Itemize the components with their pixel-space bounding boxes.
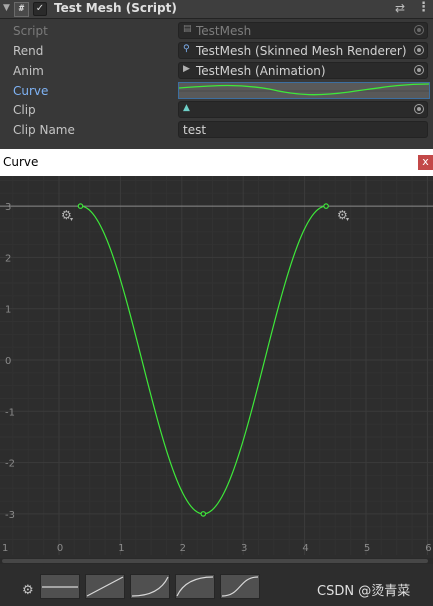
preset-linear-curve [86, 576, 124, 597]
curve-window-titlebar[interactable]: Curve x [0, 149, 433, 176]
svg-text:▾: ▾ [346, 216, 349, 223]
y-tick-label: 3 [5, 202, 11, 213]
x-tick-label: 3 [241, 543, 247, 554]
component-enabled-checkbox[interactable]: ✓ [33, 2, 47, 16]
curve-graph[interactable]: 3 2 1 0 -1 -2 -3 1 0 1 2 3 4 5 6 ⚙ ▾ ⚙ ▾ [0, 176, 433, 559]
curve-editor-window: Curve x 3 2 1 0 -1 -2 -3 1 0 1 2 3 4 5 6 ⚙ ▾ ⚙ ▾ ⚙ [0, 149, 433, 606]
property-label: Script [13, 24, 48, 38]
animation-clip-icon: ▲ [183, 103, 190, 113]
watermark-text: CSDN @烫青菜 [317, 584, 411, 599]
x-tick-label: 6 [425, 543, 431, 554]
property-row-clip: Clip ▲ [0, 100, 433, 120]
anim-object-field[interactable]: ▶ TestMesh (Animation) [178, 62, 428, 79]
property-row-clip-name: Clip Name test [0, 120, 433, 140]
inspector-panel: ▼ # ✓ Test Mesh (Script) ⇄ ⋮ Script ▤ Te… [0, 0, 433, 148]
clip-name-value: test [183, 123, 207, 137]
preset-linear[interactable] [85, 574, 125, 599]
svg-text:▾: ▾ [70, 216, 73, 223]
property-label: Clip [13, 103, 36, 117]
wrap-mode-pre-icon[interactable]: ⚙ ▾ [61, 208, 73, 223]
property-label: Rend [13, 44, 44, 58]
curve-window-title: Curve [3, 155, 39, 169]
object-picker-icon[interactable] [414, 45, 424, 55]
script-icon: # [14, 2, 29, 17]
object-field-value: TestMesh (Animation) [196, 64, 326, 78]
property-row-rend: Rend ⚲ TestMesh (Skinned Mesh Renderer) [0, 41, 433, 61]
object-field-value: TestMesh (Skinned Mesh Renderer) [196, 44, 407, 58]
curve-graph-canvas[interactable]: 3 2 1 0 -1 -2 -3 1 0 1 2 3 4 5 6 ⚙ ▾ ⚙ ▾ [0, 176, 433, 559]
x-tick-label: 2 [180, 543, 186, 554]
keyframe-point[interactable] [200, 511, 207, 517]
y-tick-label: 2 [5, 253, 11, 264]
curve-preview-field[interactable] [178, 82, 430, 99]
y-tick-label: 0 [5, 356, 11, 367]
animation-icon: ▶ [183, 64, 190, 74]
wrap-mode-post-icon[interactable]: ⚙ ▾ [337, 208, 349, 223]
preset-ease-out[interactable] [175, 574, 215, 599]
preset-constant[interactable] [40, 574, 80, 599]
clip-object-field[interactable]: ▲ [178, 101, 428, 118]
component-title: Test Mesh (Script) [54, 1, 177, 15]
preset-ease-out-curve [176, 576, 214, 597]
foldout-arrow-icon[interactable]: ▼ [3, 3, 10, 13]
property-label: Anim [13, 64, 44, 78]
object-picker-icon [414, 25, 424, 35]
preset-ease-in-curve [131, 576, 169, 597]
object-field-value: TestMesh [196, 24, 252, 38]
object-picker-icon[interactable] [414, 65, 424, 75]
context-menu-icon[interactable]: ⋮ [417, 0, 430, 15]
close-button[interactable]: x [418, 155, 433, 170]
component-header[interactable]: ▼ # ✓ Test Mesh (Script) ⇄ ⋮ [0, 0, 433, 19]
scrollbar-thumb[interactable] [2, 559, 428, 563]
property-label: Curve [13, 84, 49, 98]
x-tick-label: 1 [2, 543, 8, 554]
y-tick-label: 1 [5, 305, 11, 316]
x-tick-label: 0 [57, 543, 63, 554]
y-tick-label: -3 [5, 510, 15, 521]
rend-object-field[interactable]: ⚲ TestMesh (Skinned Mesh Renderer) [178, 42, 428, 59]
preset-ease-in-out-curve [221, 576, 259, 597]
preset-ease-in-out[interactable] [220, 574, 260, 599]
script-file-icon: ▤ [183, 24, 192, 34]
x-tick-label: 1 [118, 543, 124, 554]
object-picker-icon[interactable] [414, 104, 424, 114]
preset-ease-in[interactable] [130, 574, 170, 599]
property-label: Clip Name [13, 123, 75, 137]
property-row-anim: Anim ▶ TestMesh (Animation) [0, 61, 433, 81]
clip-name-input[interactable]: test [178, 121, 428, 138]
x-tick-label: 5 [364, 543, 370, 554]
script-object-field: ▤ TestMesh [178, 22, 428, 39]
y-tick-label: -2 [5, 459, 15, 470]
presets-sliders-icon[interactable]: ⇄ [395, 1, 405, 15]
y-tick-label: -1 [5, 407, 15, 418]
skinned-mesh-renderer-icon: ⚲ [183, 44, 190, 54]
keyframe-point[interactable] [77, 203, 84, 209]
property-row-script: Script ▤ TestMesh [0, 21, 433, 41]
preset-constant-curve [42, 586, 78, 588]
property-row-curve: Curve [0, 81, 433, 101]
presets-gear-icon[interactable]: ⚙ [22, 583, 34, 598]
horizontal-scrollbar[interactable] [0, 558, 433, 564]
curve-preview-graph [179, 83, 429, 98]
keyframe-point[interactable] [323, 203, 329, 209]
x-tick-label: 4 [302, 543, 308, 554]
